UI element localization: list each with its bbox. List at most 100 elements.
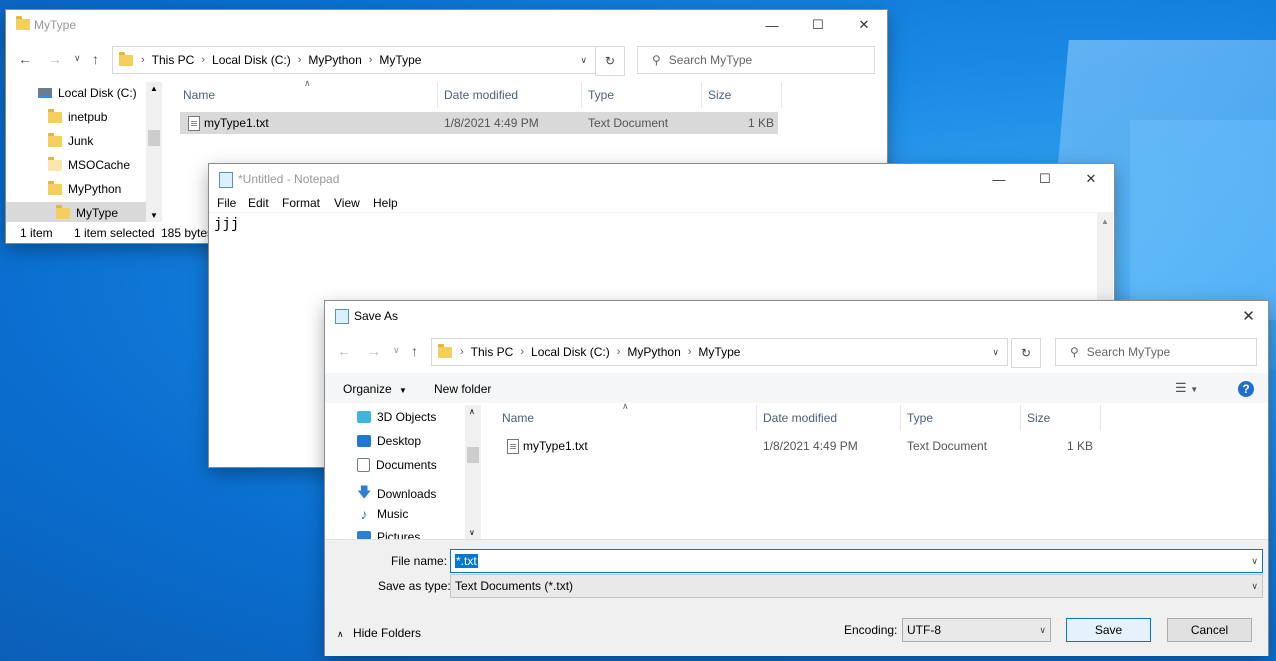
minimize-button[interactable]: — [976,164,1022,194]
notepad-titlebar[interactable]: *Untitled - Notepad — ☐ ✕ [209,164,1114,194]
close-button[interactable]: ✕ [1068,164,1114,194]
breadcrumb-this-pc[interactable]: This PC [152,53,195,67]
cancel-button[interactable]: Cancel [1167,618,1252,642]
refresh-button[interactable]: ↻ [1011,338,1041,368]
tree-item-3d-objects[interactable]: 3D Objects [357,410,436,424]
window-title: *Untitled - Notepad [238,172,340,186]
column-type[interactable]: Type [588,88,614,102]
address-dropdown-icon[interactable]: ∨ [992,347,999,358]
column-type[interactable]: Type [907,411,933,425]
table-row[interactable]: myType1.txt 1/8/2021 4:49 PM Text Docume… [499,435,1097,457]
view-options-icon[interactable]: ☰ ▼ [1175,380,1198,396]
save-as-type-label: Save as type: [378,579,451,593]
encoding-label: Encoding: [844,623,898,637]
scrollbar-thumb[interactable] [467,447,479,463]
save-as-type-select[interactable]: Text Documents (*.txt) ∨ [450,574,1263,598]
close-button[interactable]: ✕ [1229,301,1268,331]
encoding-select[interactable]: UTF-8 ∨ [902,618,1051,642]
tree-scrollbar[interactable]: ∧ ∨ [465,405,481,539]
column-divider [581,82,582,108]
menu-edit[interactable]: Edit [248,196,269,210]
menu-view[interactable]: View [334,196,360,210]
scroll-down-icon[interactable]: ▼ [150,211,158,220]
search-box[interactable]: ⚲ Search MyType [1055,338,1257,366]
tree-item-inetpub[interactable]: inetpub [48,108,107,124]
address-bar[interactable]: › This PC › Local Disk (C:) › MyPython ›… [431,338,1008,366]
breadcrumb-local-disk[interactable]: Local Disk (C:) [531,345,610,359]
column-size[interactable]: Size [1027,411,1050,425]
hide-folders-button[interactable]: ∧ Hide Folders [337,626,421,640]
new-folder-button[interactable]: New folder [434,382,491,396]
up-arrow-icon[interactable]: ↑ [92,51,99,67]
column-date-modified[interactable]: Date modified [763,411,837,425]
refresh-button[interactable]: ↻ [595,46,625,76]
column-size[interactable]: Size [708,88,731,102]
chevron-down-icon[interactable]: ∨ [1251,556,1258,567]
address-bar[interactable]: › This PC › Local Disk (C:) › MyPython ›… [112,46,596,74]
up-arrow-icon[interactable]: ↑ [411,343,418,359]
chevron-down-icon[interactable]: ∨ [1251,581,1258,592]
help-button[interactable]: ? [1238,381,1254,397]
maximize-button[interactable]: ☐ [1022,164,1068,194]
scroll-up-icon[interactable]: ∧ [469,407,475,416]
tree-scrollbar[interactable]: ▲ ▼ [146,82,162,222]
address-dropdown-icon[interactable]: ∨ [580,55,587,66]
save-as-titlebar[interactable]: Save As ✕ [325,301,1268,331]
menu-format[interactable]: Format [282,196,320,210]
menu-help[interactable]: Help [373,196,398,210]
breadcrumb-this-pc[interactable]: This PC [471,345,514,359]
column-date-modified[interactable]: Date modified [444,88,518,102]
recent-chevron-icon[interactable]: ∨ [74,53,81,64]
tree-item-desktop[interactable]: Desktop [357,434,421,448]
notepad-icon [335,309,349,324]
close-button[interactable]: ✕ [841,10,887,40]
back-arrow-icon[interactable]: ← [18,51,32,67]
tree-item-pictures[interactable]: Pictures [357,530,420,539]
menu-file[interactable]: File [217,196,236,210]
breadcrumb-local-disk[interactable]: Local Disk (C:) [212,53,291,67]
breadcrumb-mytype[interactable]: MyType [379,53,421,67]
chevron-down-icon[interactable]: ∨ [1039,625,1046,636]
tree-item-mypython[interactable]: MyPython [48,180,121,196]
breadcrumb-separator-icon: › [297,54,302,66]
tree-item-local-disk[interactable]: Local Disk (C:) [38,86,137,100]
forward-arrow-icon[interactable]: → [48,51,62,67]
column-divider [1020,405,1021,431]
tree-item-documents[interactable]: Documents [357,458,437,472]
explorer-titlebar[interactable]: MyType — ☐ ✕ [6,10,887,40]
tree-item-msocache[interactable]: MSOCache [48,156,130,172]
breadcrumb-mypython[interactable]: MyPython [627,345,680,359]
breadcrumb-separator-icon: › [460,346,464,358]
text-file-icon [188,116,200,131]
forward-arrow-icon[interactable]: → [367,343,381,359]
folder-icon [48,108,62,123]
minimize-button[interactable]: — [749,10,795,40]
breadcrumb-mypython[interactable]: MyPython [308,53,361,67]
scrollbar-thumb[interactable] [148,130,160,146]
search-input[interactable]: Search MyType [1087,345,1170,359]
search-input[interactable]: Search MyType [669,53,752,67]
tree-item-music[interactable]: ♪ Music [357,506,409,522]
back-arrow-icon[interactable]: ← [337,343,351,359]
column-name[interactable]: Name [502,411,534,425]
file-name-input[interactable]: *.txt ∨ [450,549,1263,573]
maximize-button[interactable]: ☐ [795,10,841,40]
dialog-title: Save As [354,309,399,323]
scroll-up-icon[interactable]: ▲ [1101,217,1109,226]
scroll-down-icon[interactable]: ∨ [469,528,475,537]
tree-item-mytype[interactable]: MyType [56,204,118,220]
column-divider [756,405,757,431]
breadcrumb-mytype[interactable]: MyType [698,345,740,359]
save-button[interactable]: Save [1066,618,1151,642]
text-editor[interactable]: jjj [214,216,239,232]
organize-button[interactable]: Organize ▼ [343,382,407,396]
search-box[interactable]: ⚲ Search MyType [637,46,875,74]
column-name[interactable]: Name [183,88,215,102]
folder-icon [16,16,30,30]
recent-chevron-icon[interactable]: ∨ [393,345,400,356]
table-row[interactable]: myType1.txt 1/8/2021 4:49 PM Text Docume… [180,112,778,134]
scroll-up-icon[interactable]: ▲ [150,84,158,93]
breadcrumb-separator-icon: › [368,54,373,66]
tree-item-downloads[interactable]: 🡇 Downloads [357,482,436,506]
tree-item-junk[interactable]: Junk [48,132,93,148]
